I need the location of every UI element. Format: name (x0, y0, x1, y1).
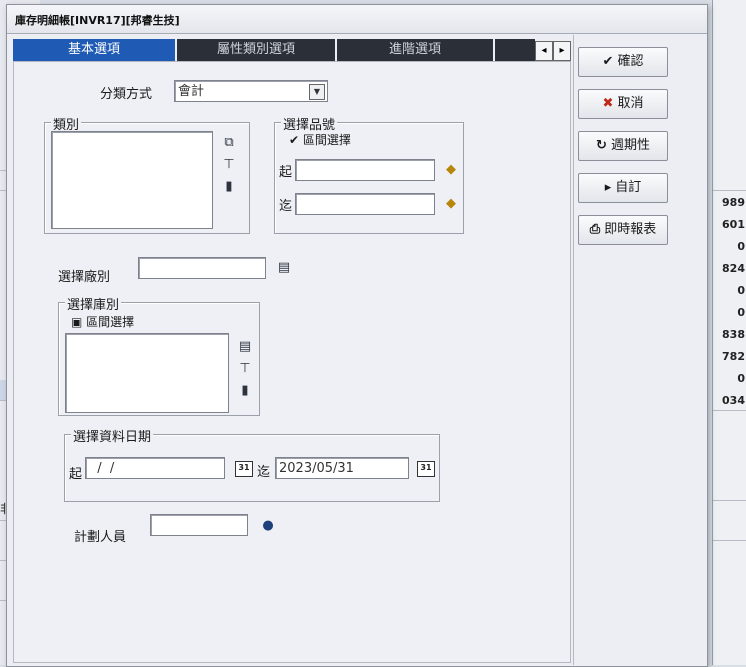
background-number: 034 (722, 394, 745, 407)
filter-icon[interactable]: ⊤ (237, 361, 253, 377)
background-number: 989 (722, 196, 745, 209)
factory-input[interactable] (138, 257, 266, 279)
warehouse-group-title: 選擇庫別 (65, 294, 122, 313)
background-number: 838 (722, 328, 745, 341)
checkbox-empty-icon: ▣ (71, 315, 83, 329)
instant-report-button[interactable]: ⎙ 即時報表 (578, 215, 668, 245)
item-range-label: 區間選擇 (302, 133, 351, 147)
classify-method-value: 會計 (178, 84, 205, 99)
item-lookup-icon[interactable]: ◆ (443, 162, 459, 178)
basic-options-panel: 分類方式 會計 ▼ 類別 ⧉ ⊤ ▮ 選擇品號 ✔ 區間選擇 起 ◆ 迄 ◆ 選… (13, 61, 571, 663)
window-select-icon[interactable]: ⧉ (221, 135, 237, 151)
data-date-group: 選擇資料日期 起 / / 31 迄 2023/05/31 31 (64, 426, 440, 502)
button-column-divider (573, 35, 574, 665)
title-bar[interactable]: 庫存明細帳[INVR17][邦睿生技] (7, 5, 707, 34)
report-preview-icon: ⎙ (589, 222, 601, 237)
date-from-label: 起 (69, 467, 83, 482)
periodic-button[interactable]: ↻ 週期性 (578, 131, 668, 161)
item-to-label: 迄 (279, 199, 293, 214)
date-from-input[interactable]: / / (85, 457, 225, 479)
background-number: 782 (722, 350, 745, 363)
cycle-icon: ↻ (596, 138, 607, 153)
confirm-button[interactable]: ✔ 確認 (578, 47, 668, 77)
confirm-button-label: 確認 (617, 54, 644, 69)
calendar-icon[interactable]: 31 (417, 461, 435, 477)
warehouse-group: 選擇庫別 ▣ 區間選擇 ▤ ⊤ ▮ (58, 294, 260, 416)
item-lookup-icon[interactable]: ◆ (443, 196, 459, 212)
close-icon: ✖ (602, 96, 614, 111)
play-icon: ▸ (604, 180, 612, 195)
data-date-group-title: 選擇資料日期 (71, 426, 154, 445)
planner-input[interactable] (150, 514, 248, 536)
date-to-label: 迄 (257, 465, 271, 480)
planner-label: 計劃人員 (74, 530, 127, 545)
custom-button-label: 自訂 (615, 180, 642, 195)
warehouse-listbox[interactable] (65, 333, 229, 413)
cancel-button[interactable]: ✖ 取消 (578, 89, 668, 119)
filter-icon[interactable]: ⊤ (221, 157, 237, 173)
background-number: 601 (722, 218, 745, 231)
trash-icon[interactable]: ▮ (237, 383, 253, 399)
periodic-button-label: 週期性 (610, 138, 650, 153)
background-number: 0 (737, 372, 745, 385)
custom-button[interactable]: ▸ 自訂 (578, 173, 668, 203)
item-number-group: 選擇品號 ✔ 區間選擇 起 ◆ 迄 ◆ (274, 114, 464, 234)
dialog-title: 庫存明細帳[INVR17][邦睿生技] (15, 14, 180, 27)
check-icon: ✔ (289, 133, 300, 147)
warehouse-range-checkbox[interactable]: ▣ 區間選擇 (71, 313, 134, 330)
item-to-input[interactable] (295, 193, 435, 215)
check-icon: ✔ (602, 54, 614, 69)
date-from-value: / / (89, 461, 115, 476)
instant-report-button-label: 即時報表 (604, 222, 657, 237)
category-group: 類別 ⧉ ⊤ ▮ (44, 114, 250, 234)
list-picker-icon[interactable]: ▤ (276, 260, 292, 276)
tab-overflow[interactable] (495, 39, 537, 61)
classify-method-label: 分類方式 (100, 87, 153, 102)
item-from-input[interactable] (295, 159, 435, 181)
category-listbox[interactable] (51, 131, 213, 229)
cancel-button-label: 取消 (617, 96, 644, 111)
background-number: 0 (737, 306, 745, 319)
tab-basic-options[interactable]: 基本選項 (13, 39, 177, 61)
tab-advanced-options[interactable]: 進階選項 (337, 39, 495, 61)
trash-icon[interactable]: ▮ (221, 179, 237, 195)
background-number: 0 (737, 284, 745, 297)
background-sheet-right: 989 601 0 824 0 0 838 782 0 034 (712, 0, 746, 665)
factory-label: 選擇廠別 (58, 270, 111, 285)
chevron-down-icon[interactable]: ▼ (309, 84, 325, 100)
item-range-checkbox[interactable]: ✔ 區間選擇 (289, 131, 351, 148)
tab-scroll-left-icon[interactable]: ◂ (535, 41, 553, 61)
tab-strip: 基本選項 屬性類別選項 進階選項 ◂ ▸ (13, 39, 571, 61)
warehouse-range-label: 區間選擇 (86, 315, 135, 329)
date-to-input[interactable]: 2023/05/31 (275, 457, 409, 479)
report-dialog: 庫存明細帳[INVR17][邦睿生技] 基本選項 屬性類別選項 進階選項 ◂ ▸… (6, 4, 708, 667)
list-picker-icon[interactable]: ▤ (237, 339, 253, 355)
user-icon[interactable]: ● (260, 518, 276, 534)
background-number: 824 (722, 262, 745, 275)
date-to-value: 2023/05/31 (279, 461, 354, 476)
tab-attribute-options[interactable]: 屬性類別選項 (177, 39, 337, 61)
item-from-label: 起 (279, 165, 293, 180)
background-number: 0 (737, 240, 745, 253)
classify-method-select[interactable]: 會計 ▼ (174, 80, 328, 102)
calendar-icon[interactable]: 31 (235, 461, 253, 477)
tab-scroll-right-icon[interactable]: ▸ (553, 41, 571, 61)
